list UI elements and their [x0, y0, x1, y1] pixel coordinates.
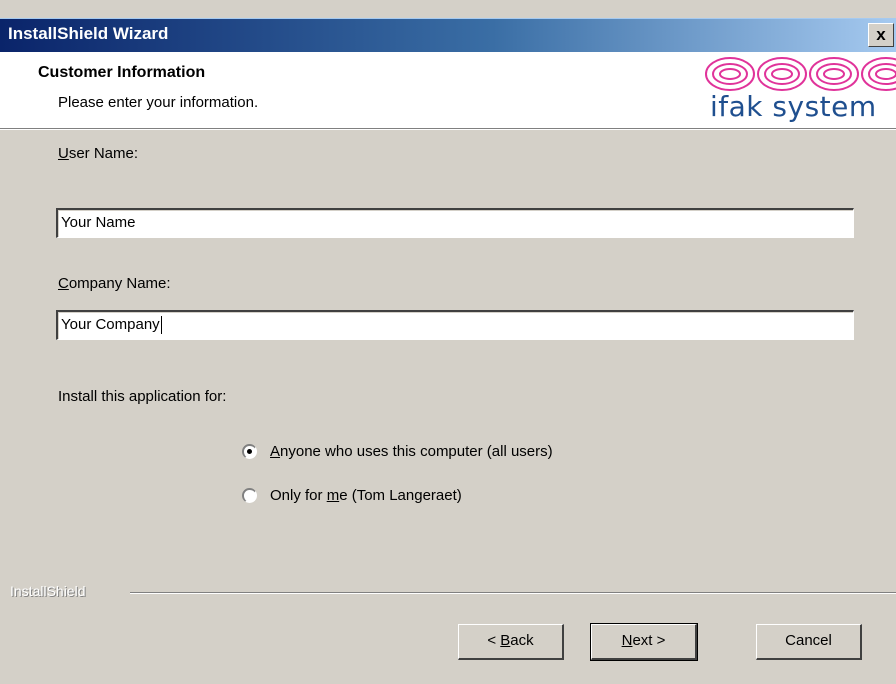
option-only-me-accel: m: [326, 487, 340, 504]
company-name-label-text: ompany Name:: [68, 275, 171, 292]
close-button[interactable]: x: [868, 23, 894, 47]
option-only-me-text: e (Tom Langeraet): [339, 487, 462, 504]
company-name-field[interactable]: Your Company: [56, 310, 854, 340]
text-cursor: [160, 316, 162, 335]
option-all-users-text: nyone who uses this computer (all users): [280, 443, 553, 460]
close-icon: x: [876, 25, 886, 44]
logo-rings-graphic: [705, 57, 896, 91]
header-divider: [0, 128, 896, 130]
header-banner: Customer Information Please enter your i…: [0, 52, 896, 128]
user-name-field[interactable]: Your Name: [56, 208, 854, 238]
company-name-value: Your Company: [61, 316, 160, 333]
window-title: InstallShield Wizard: [8, 24, 169, 43]
option-only-me-pre: Only for: [270, 487, 327, 504]
back-button[interactable]: < Back: [458, 624, 564, 660]
page-title: Customer Information: [38, 64, 206, 81]
cancel-button[interactable]: Cancel: [756, 624, 862, 660]
next-accel: N: [621, 632, 633, 649]
option-only-me-label[interactable]: Only for me (Tom Langeraet): [270, 487, 462, 504]
install-for-label: Install this application for:: [58, 388, 227, 405]
user-name-value: Your Name: [61, 214, 136, 231]
footer-divider: [130, 592, 896, 594]
option-all-users-accel: A: [270, 443, 281, 460]
logo-text: ifak system: [710, 90, 877, 123]
next-text: ext >: [632, 632, 666, 649]
user-name-accel: U: [58, 145, 69, 162]
back-accel: B: [500, 632, 511, 649]
radio-only-me[interactable]: [242, 488, 257, 503]
ifak-logo: ifak system: [700, 54, 896, 126]
title-bar: InstallShield Wizard x: [0, 18, 896, 53]
company-name-label: Company Name:: [58, 275, 171, 292]
back-prefix: <: [487, 632, 501, 649]
option-all-users-label[interactable]: Anyone who uses this computer (all users…: [270, 443, 553, 460]
back-text: ack: [510, 632, 534, 649]
company-name-accel: C: [58, 275, 69, 292]
user-name-label-text: ser Name:: [68, 145, 139, 162]
page-subtitle: Please enter your information.: [58, 94, 259, 111]
user-name-label: User Name:: [58, 145, 138, 162]
radio-selected-dot: [247, 449, 252, 454]
radio-all-users[interactable]: [242, 444, 257, 459]
next-button[interactable]: Next >: [590, 623, 698, 661]
installshield-brand: InstallShield: [10, 583, 86, 599]
